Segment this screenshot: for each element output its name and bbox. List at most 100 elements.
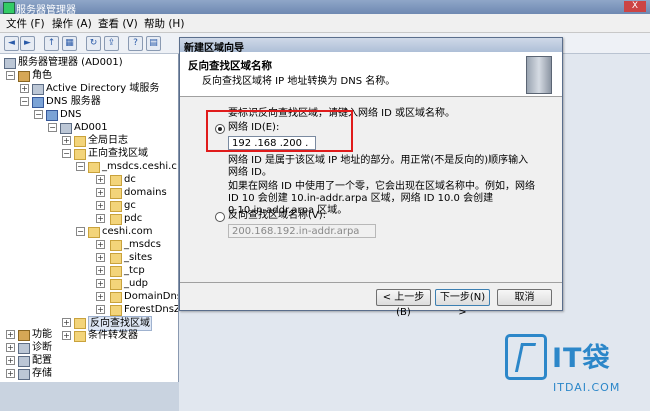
expand-icon[interactable]: + <box>6 330 15 339</box>
example-line2: ID 10 会创建 10.in-addr.arpa 区域，网络 ID 10.0 … <box>228 193 494 204</box>
wizard-footer-divider <box>180 282 562 283</box>
menu-action[interactable]: 操作 (A) <box>52 16 92 31</box>
menu-file[interactable]: 文件 (F) <box>6 16 45 31</box>
server-icon <box>4 58 16 69</box>
close-window-button[interactable]: X <box>624 1 646 12</box>
tree-label: domains <box>124 187 167 198</box>
up-level-icon[interactable]: ↑ <box>44 36 59 51</box>
export-list-icon[interactable]: ⇪ <box>104 36 119 51</box>
network-id-description-line2: 网络 ID。 <box>228 167 272 178</box>
menu-help[interactable]: 帮助 (H) <box>144 16 184 31</box>
tree-label: 诊断 <box>32 342 52 353</box>
menu-view[interactable]: 查看 (V) <box>98 16 138 31</box>
folder-icon <box>110 253 122 264</box>
folder-icon <box>110 266 122 277</box>
watermark-url: ITDAI.COM <box>553 381 621 394</box>
wizard-header-title: 反向查找区域名称 <box>188 60 272 72</box>
tree-label: 角色 <box>32 70 52 81</box>
tree-label: dc <box>124 174 136 185</box>
server-manager-icon <box>3 2 15 14</box>
next-button[interactable]: 下一步(N) > <box>435 289 490 318</box>
tree-label: 全局日志 <box>88 135 128 146</box>
help-icon[interactable]: ? <box>128 36 143 51</box>
expand-icon[interactable]: + <box>6 356 15 365</box>
collapse-icon[interactable]: − <box>34 110 43 119</box>
example-line1: 如果在网络 ID 中使用了一个零，它会出现在区域名称中。例如，网络 <box>228 181 536 192</box>
diagnostics-icon <box>18 343 30 354</box>
folder-icon <box>74 318 86 329</box>
folder-icon <box>74 331 86 342</box>
expand-icon[interactable]: + <box>6 369 15 378</box>
tree-label: 存储 <box>32 368 52 379</box>
tree-label: 正向查找区域 <box>88 148 148 159</box>
expand-icon[interactable]: + <box>6 343 15 352</box>
menu-bar: 文件 (F) 操作 (A) 查看 (V) 帮助 (H) <box>0 14 650 33</box>
expand-icon[interactable]: + <box>96 253 105 262</box>
collapse-icon[interactable]: − <box>6 71 15 80</box>
tree-label: ceshi.com <box>102 226 153 237</box>
tree-label: _sites <box>124 252 153 263</box>
expand-icon[interactable]: + <box>62 318 71 327</box>
expand-icon[interactable]: + <box>96 201 105 210</box>
configuration-icon <box>18 356 30 367</box>
refresh-icon[interactable]: ↻ <box>86 36 101 51</box>
back-button[interactable]: < 上一步(B) <box>376 289 431 318</box>
view-icon[interactable]: ▤ <box>146 36 161 51</box>
folder-icon <box>110 188 122 199</box>
zone-name-label: 反向查找区域名称(V): <box>228 210 327 221</box>
zone-name-radio[interactable] <box>215 212 225 222</box>
collapse-icon[interactable]: − <box>62 149 71 158</box>
zone-name-input[interactable]: 200.168.192.in-addr.arpa <box>228 224 376 238</box>
expand-icon[interactable]: + <box>96 305 105 314</box>
folder-icon <box>110 292 122 303</box>
folder-icon <box>110 201 122 212</box>
tree-label: DNS 服务器 <box>46 96 101 107</box>
expand-icon[interactable]: + <box>96 279 105 288</box>
dns-server-icon <box>32 97 44 108</box>
cancel-button[interactable]: 取消 <box>497 289 552 306</box>
expand-icon[interactable]: + <box>62 331 71 340</box>
server-tower-icon <box>526 56 552 94</box>
expand-icon[interactable]: + <box>96 292 105 301</box>
expand-icon[interactable]: + <box>96 214 105 223</box>
expand-icon[interactable]: + <box>96 175 105 184</box>
expand-icon[interactable]: + <box>96 240 105 249</box>
tree-label: ForestDnsZo <box>124 304 178 315</box>
collapse-icon[interactable]: − <box>76 227 85 236</box>
collapse-icon[interactable]: − <box>76 162 85 171</box>
tree-label: gc <box>124 200 136 211</box>
storage-icon <box>18 369 30 380</box>
tree-label: Active Directory 域服务 <box>46 83 160 94</box>
collapse-icon[interactable]: − <box>20 97 29 106</box>
tree-label: 条件转发器 <box>88 330 138 341</box>
properties-icon[interactable]: ▦ <box>62 36 77 51</box>
wizard-header-subtitle: 反向查找区域将 IP 地址转换为 DNS 名称。 <box>202 76 396 87</box>
tree-label: _tcp <box>124 265 145 276</box>
collapse-icon[interactable]: − <box>48 123 57 132</box>
network-id-highlight-box <box>206 110 353 152</box>
tree-label: 功能 <box>32 329 52 340</box>
expand-icon[interactable]: + <box>96 188 105 197</box>
forward-arrow-icon[interactable]: ► <box>20 36 35 51</box>
tree-label: AD001 <box>74 122 108 133</box>
new-zone-wizard-dialog: 新建区域向导 反向查找区域名称 反向查找区域将 IP 地址转换为 DNS 名称。… <box>179 37 563 311</box>
zone-icon <box>88 162 100 173</box>
wizard-title-bar: 新建区域向导 <box>180 38 562 54</box>
tree-label: 配置 <box>32 355 52 366</box>
folder-icon <box>110 240 122 251</box>
log-folder-icon <box>74 136 86 147</box>
folder-icon <box>110 279 122 290</box>
window-title-bar: 服务器管理器 X <box>0 0 650 16</box>
expand-icon[interactable]: + <box>96 266 105 275</box>
itdai-logo-icon <box>505 334 547 380</box>
expand-icon[interactable]: + <box>62 136 71 145</box>
tree-label: _msdcs <box>124 239 162 250</box>
back-arrow-icon[interactable]: ◄ <box>4 36 19 51</box>
tree-label: _msdcs.ceshi.c <box>102 161 177 172</box>
expand-icon[interactable]: + <box>20 84 29 93</box>
wizard-header: 反向查找区域名称 反向查找区域将 IP 地址转换为 DNS 名称。 <box>180 52 562 97</box>
roles-icon <box>18 71 30 82</box>
server-icon <box>60 123 72 134</box>
folder-icon <box>110 305 122 316</box>
folder-icon <box>110 214 122 225</box>
